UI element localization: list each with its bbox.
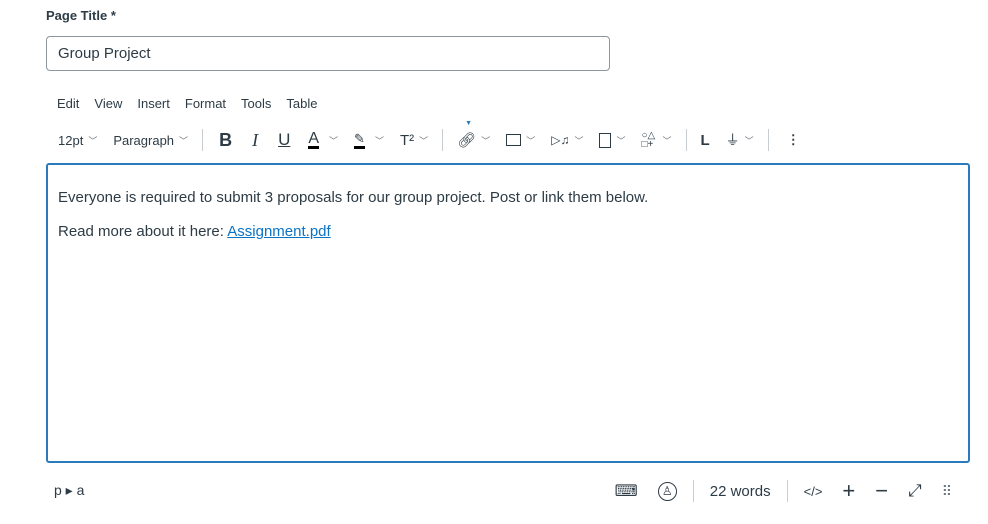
word-count[interactable]: 22 words	[700, 483, 781, 500]
html-editor-toggle[interactable]: </>	[794, 484, 833, 499]
fullscreen-button[interactable]: ⤢	[898, 481, 932, 501]
more-vertical-icon: ⋮	[786, 132, 800, 147]
link-button[interactable]: 🔗︎ ﹀ ▼	[449, 120, 498, 154]
menu-format[interactable]: Format	[185, 96, 226, 111]
divider	[685, 129, 687, 151]
underline-button[interactable]: U	[268, 126, 300, 154]
divider	[692, 480, 694, 502]
document-button[interactable]: ﹀	[591, 126, 633, 154]
accessibility-checker-button[interactable]: ♙	[648, 481, 687, 501]
image-button[interactable]: ﹀	[498, 126, 543, 154]
media-icon: ▷♫	[551, 133, 570, 147]
drag-handle-icon: ⠿	[941, 482, 952, 499]
keyboard-shortcuts-button[interactable]: ⌨	[605, 481, 648, 501]
italic-button[interactable]: I	[242, 126, 268, 154]
highlighter-icon: ✎	[354, 131, 365, 149]
indicator-icon: ▼	[465, 120, 473, 127]
chevron-down-icon: ﹀	[526, 135, 536, 146]
highlight-color-button[interactable]: ✎ ﹀	[346, 126, 392, 154]
paragraph: Everyone is required to submit 3 proposa…	[58, 189, 649, 206]
chevron-down-icon: ﹀	[616, 135, 626, 146]
chevron-down-icon: ﹀	[574, 135, 584, 146]
lti-icon: L	[700, 131, 710, 149]
chevron-down-icon: ﹀	[419, 135, 429, 146]
resize-handle[interactable]: ⠿	[932, 483, 962, 500]
zoom-in-button[interactable]: +	[832, 478, 865, 504]
assignment-link[interactable]: Assignment.pdf	[227, 223, 330, 240]
plug-icon: ⏚	[725, 132, 740, 148]
bold-icon: B	[219, 129, 233, 150]
menu-tools[interactable]: Tools	[241, 96, 271, 111]
chevron-down-icon: ﹀	[329, 135, 339, 146]
plus-icon: +	[842, 478, 856, 503]
element-path[interactable]: p ▸ a	[54, 482, 84, 499]
menu-insert[interactable]: Insert	[137, 96, 170, 111]
toolbar: 12pt ﹀ Paragraph ﹀ B I U A ﹀ ✎ ﹀ T² ﹀ 🔗︎ ﹀ ▼ ﹀ …	[50, 120, 812, 154]
keyboard-icon: ⌨	[614, 483, 638, 500]
divider	[442, 129, 444, 151]
shapes-icon: ○△ □+	[641, 130, 656, 150]
block-format-dropdown[interactable]: Paragraph ﹀	[105, 126, 196, 154]
divider	[786, 480, 788, 502]
divider	[202, 129, 204, 151]
paragraph: Read more about it here: Assignment.pdf	[58, 223, 958, 241]
apps-button[interactable]: ○△ □+ ﹀	[633, 126, 679, 154]
accessibility-icon: ♙	[657, 481, 677, 501]
link-icon: 🔗︎	[457, 132, 477, 149]
menubar: Edit View Insert Format Tools Table	[57, 96, 332, 111]
more-button[interactable]: ⋮	[775, 126, 812, 154]
superscript-button[interactable]: T² ﹀	[392, 126, 436, 154]
font-size-value: 12pt	[58, 132, 84, 148]
text: Read more about it here:	[58, 223, 228, 240]
status-bar: ⌨ ♙ 22 words </> + − ⤢ ⠿	[605, 478, 962, 504]
chevron-down-icon: ﹀	[179, 135, 189, 146]
chevron-down-icon: ﹀	[744, 135, 754, 146]
plugins-button[interactable]: ⏚ ﹀	[718, 126, 762, 154]
bold-button[interactable]: B	[209, 126, 242, 154]
media-button[interactable]: ▷♫ ﹀	[543, 126, 591, 154]
minus-icon: −	[875, 478, 889, 503]
block-format-value: Paragraph	[113, 132, 175, 148]
page-title-input[interactable]	[46, 36, 610, 71]
expand-icon: ⤢	[908, 481, 922, 500]
chevron-down-icon: ﹀	[88, 135, 98, 146]
underline-icon: U	[278, 130, 291, 149]
italic-icon: I	[252, 129, 259, 150]
rich-text-editor[interactable]: Everyone is required to submit 3 proposa…	[46, 163, 970, 463]
font-size-dropdown[interactable]: 12pt ﹀	[50, 126, 105, 154]
menu-table[interactable]: Table	[286, 96, 317, 111]
document-icon	[599, 132, 612, 148]
text-color-icon: A	[308, 130, 320, 149]
divider	[767, 129, 769, 151]
chevron-down-icon: ﹀	[374, 135, 384, 146]
chevron-down-icon: ﹀	[662, 135, 672, 146]
zoom-out-button[interactable]: −	[865, 478, 898, 504]
lti-tool-button[interactable]: L	[693, 126, 718, 154]
menu-edit[interactable]: Edit	[57, 96, 79, 111]
menu-view[interactable]: View	[94, 96, 122, 111]
superscript-icon: T²	[399, 131, 415, 149]
image-icon	[506, 134, 522, 146]
page-title-label: Page Title *	[46, 8, 116, 23]
text-color-button[interactable]: A ﹀	[300, 126, 346, 154]
chevron-down-icon: ﹀	[481, 135, 491, 146]
